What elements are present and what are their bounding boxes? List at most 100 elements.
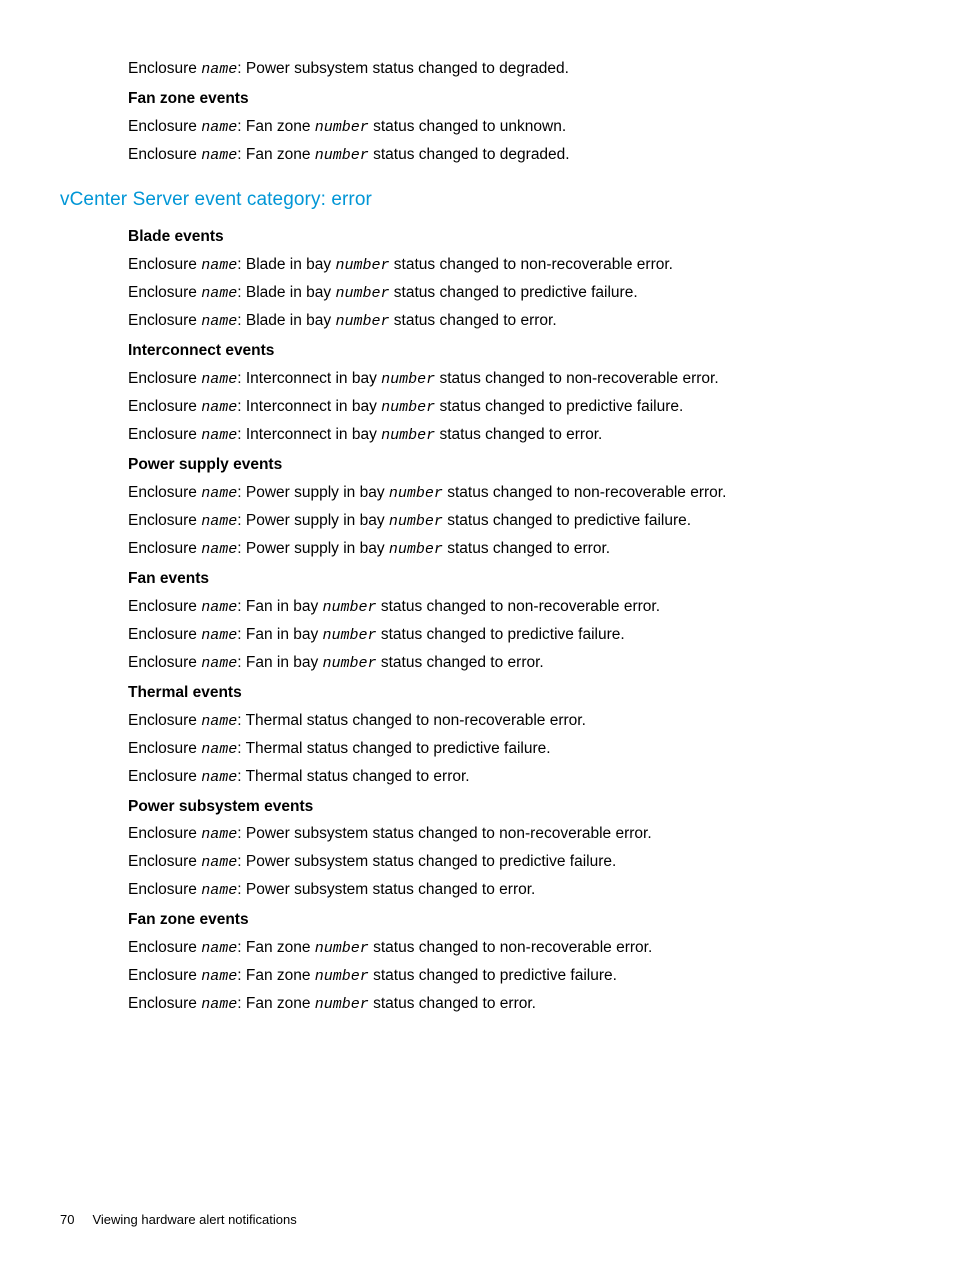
text: : Power subsystem status changed to pred…	[237, 853, 616, 870]
event-line: Enclosure name: Interconnect in bay numb…	[128, 393, 894, 421]
param-name: name	[201, 313, 237, 330]
page-footer: 70 Viewing hardware alert notifications	[60, 1208, 297, 1231]
subheading-fan-zone: Fan zone events	[128, 85, 894, 113]
text: : Blade in bay	[237, 256, 335, 273]
text: : Thermal status changed to error.	[237, 768, 469, 785]
text: : Thermal status changed to predictive f…	[237, 740, 550, 757]
text: Enclosure	[128, 995, 201, 1012]
param-name: name	[201, 119, 237, 136]
subheading-thermal: Thermal events	[128, 679, 894, 707]
param-number: number	[315, 968, 369, 985]
text: : Interconnect in bay	[237, 426, 381, 443]
event-line: Enclosure name: Power supply in bay numb…	[128, 507, 894, 535]
text: Enclosure	[128, 60, 201, 77]
text: : Blade in bay	[237, 284, 335, 301]
text: status changed to predictive failure.	[435, 398, 683, 415]
param-name: name	[201, 996, 237, 1013]
param-name: name	[201, 513, 237, 530]
event-line: Enclosure name: Thermal status changed t…	[128, 735, 894, 763]
param-name: name	[201, 655, 237, 672]
text: : Power supply in bay	[237, 484, 389, 501]
text: Enclosure	[128, 146, 201, 163]
text: : Fan zone	[237, 967, 315, 984]
text: status changed to predictive failure.	[390, 284, 638, 301]
param-number: number	[315, 940, 369, 957]
param-name: name	[201, 541, 237, 558]
param-name: name	[201, 257, 237, 274]
text: Enclosure	[128, 118, 201, 135]
text: Enclosure	[128, 654, 201, 671]
param-number: number	[323, 627, 377, 644]
text: : Power subsystem status changed to degr…	[237, 60, 569, 77]
param-name: name	[201, 968, 237, 985]
param-name: name	[201, 713, 237, 730]
text: status changed to error.	[369, 995, 536, 1012]
event-line: Enclosure name: Power subsystem status c…	[128, 820, 894, 848]
subheading-interconnect: Interconnect events	[128, 337, 894, 365]
param-name: name	[201, 854, 237, 871]
text: Enclosure	[128, 626, 201, 643]
text: Enclosure	[128, 426, 201, 443]
text: status changed to error.	[435, 426, 602, 443]
text: Enclosure	[128, 284, 201, 301]
document-page: Enclosure name: Power subsystem status c…	[0, 0, 954, 1018]
event-line: Enclosure name: Power supply in bay numb…	[128, 479, 894, 507]
subheading-fan: Fan events	[128, 565, 894, 593]
text: Enclosure	[128, 370, 201, 387]
text: Enclosure	[128, 712, 201, 729]
event-line: Enclosure name: Fan in bay number status…	[128, 621, 894, 649]
param-number: number	[335, 313, 389, 330]
text: status changed to predictive failure.	[443, 512, 691, 529]
text: : Fan zone	[237, 939, 315, 956]
footer-title: Viewing hardware alert notifications	[92, 1212, 296, 1227]
event-line: Enclosure name: Power supply in bay numb…	[128, 535, 894, 563]
text: : Fan zone	[237, 995, 315, 1012]
text: Enclosure	[128, 825, 201, 842]
param-number: number	[323, 599, 377, 616]
param-number: number	[315, 119, 369, 136]
param-number: number	[335, 257, 389, 274]
param-number: number	[389, 485, 443, 502]
text: : Power subsystem status changed to non-…	[237, 825, 651, 842]
text: Enclosure	[128, 398, 201, 415]
text: Enclosure	[128, 312, 201, 329]
page-number: 70	[60, 1212, 74, 1227]
text: status changed to non-recoverable error.	[390, 256, 673, 273]
text: status changed to degraded.	[369, 146, 570, 163]
event-line: Enclosure name: Interconnect in bay numb…	[128, 421, 894, 449]
event-line: Enclosure name: Fan zone number status c…	[128, 113, 894, 141]
event-line: Enclosure name: Power subsystem status c…	[128, 55, 894, 83]
param-name: name	[201, 399, 237, 416]
text: status changed to predictive failure.	[369, 967, 617, 984]
param-name: name	[201, 147, 237, 164]
text: : Interconnect in bay	[237, 398, 381, 415]
text: Enclosure	[128, 512, 201, 529]
text: status changed to predictive failure.	[377, 626, 625, 643]
param-number: number	[381, 399, 435, 416]
text: status changed to error.	[377, 654, 544, 671]
param-name: name	[201, 599, 237, 616]
text: Enclosure	[128, 967, 201, 984]
param-number: number	[323, 655, 377, 672]
text: : Blade in bay	[237, 312, 335, 329]
text: : Fan in bay	[237, 626, 322, 643]
text: Enclosure	[128, 598, 201, 615]
text: status changed to non-recoverable error.	[435, 370, 718, 387]
section-heading-error: vCenter Server event category: error	[60, 183, 894, 217]
text: Enclosure	[128, 256, 201, 273]
param-name: name	[201, 371, 237, 388]
param-name: name	[201, 427, 237, 444]
text: : Power subsystem status changed to erro…	[237, 881, 535, 898]
param-name: name	[201, 940, 237, 957]
subheading-fan-zone-error: Fan zone events	[128, 906, 894, 934]
content-block: Enclosure name: Power subsystem status c…	[128, 55, 894, 1018]
event-line: Enclosure name: Power subsystem status c…	[128, 876, 894, 904]
param-number: number	[315, 147, 369, 164]
event-line: Enclosure name: Fan zone number status c…	[128, 934, 894, 962]
text: : Power supply in bay	[237, 540, 389, 557]
text: Enclosure	[128, 740, 201, 757]
text: Enclosure	[128, 484, 201, 501]
event-line: Enclosure name: Fan zone number status c…	[128, 962, 894, 990]
param-number: number	[381, 427, 435, 444]
event-line: Enclosure name: Power subsystem status c…	[128, 848, 894, 876]
